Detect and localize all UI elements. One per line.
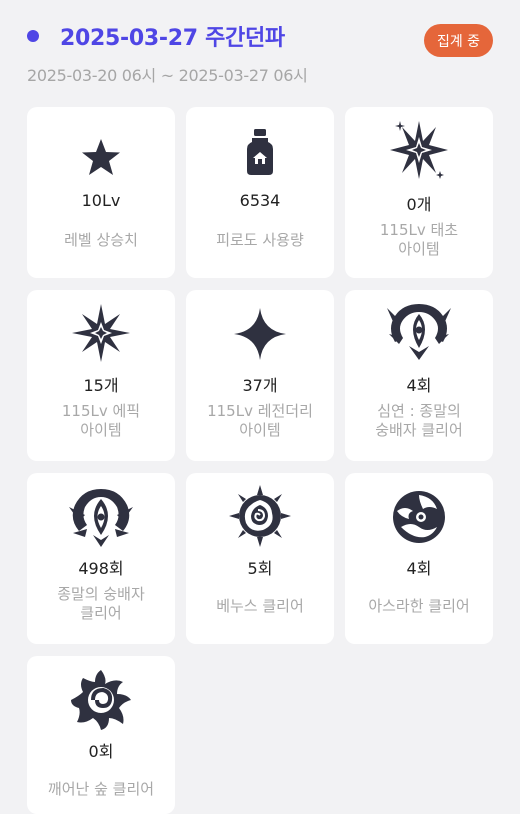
stat-card-venus[interactable]: 5회 베누스 클리어 [186,473,334,644]
stat-card-asrahan[interactable]: 4회 아스라한 클리어 [345,473,493,644]
stat-label: 종말의 숭배자 클리어 [57,585,145,622]
four-point-star-icon [186,306,334,362]
stat-value: 6534 [239,191,281,210]
stat-label: 레벨 상승치 [64,231,138,249]
cultist-emblem-icon [27,485,175,549]
status-badge[interactable]: 집계 중 [424,24,493,57]
stat-value: 15개 [83,376,119,395]
venus-rose-icon [186,483,334,549]
stat-card-fatigue[interactable]: 6534 피로도 사용량 [186,107,334,278]
stat-value: 0회 [88,742,114,761]
stat-value: 4회 [406,559,432,578]
sparkle-cross-icon [27,302,175,364]
stat-value: 10Lv [81,191,121,210]
stat-card-epic[interactable]: 15개 115Lv 에픽 아이템 [27,290,175,461]
burst-star-icon [345,117,493,183]
date-range: 2025-03-20 06시 ~ 2025-03-27 06시 [27,66,308,85]
stat-label: 115Lv 에픽 아이템 [61,402,141,439]
swirl-eye-icon [27,668,175,732]
star-icon [27,137,175,177]
page-title: 2025-03-27 주간던파 [60,26,285,51]
stat-label: 115Lv 레전더리 아이템 [207,402,313,439]
stat-card-cultist[interactable]: 498회 종말의 숭배자 클리어 [27,473,175,644]
stat-value: 37개 [242,376,278,395]
wave-circle-icon [345,487,493,547]
page-header: 2025-03-27 주간던파 집계 중 2025-03-20 06시 ~ 20… [0,0,520,100]
stat-value: 0개 [406,195,432,214]
stat-label: 피로도 사용량 [216,231,304,249]
stat-value: 498회 [78,559,124,578]
stat-label: 115Lv 태초 아이템 [379,221,459,258]
stat-value: 4회 [406,376,432,395]
stat-label: 심연 : 종말의 숭배자 클리어 [375,402,463,439]
stat-card-abyss[interactable]: 4회 심연 : 종말의 숭배자 클리어 [345,290,493,461]
stat-label: 베누스 클리어 [216,597,304,615]
stat-label: 아스라한 클리어 [368,597,470,615]
stat-card-legendary[interactable]: 37개 115Lv 레전더리 아이템 [186,290,334,461]
stat-card-level[interactable]: 10Lv 레벨 상승치 [27,107,175,278]
potion-bottle-icon [186,127,334,177]
deep-abyss-emblem-icon [345,298,493,362]
stat-card-primeval[interactable]: 0개 115Lv 태초 아이템 [345,107,493,278]
stat-value: 5회 [247,559,273,578]
stat-card-forest[interactable]: 0회 깨어난 숲 클리어 [27,656,175,814]
stat-label: 깨어난 숲 클리어 [47,780,155,798]
status-dot [27,30,39,42]
